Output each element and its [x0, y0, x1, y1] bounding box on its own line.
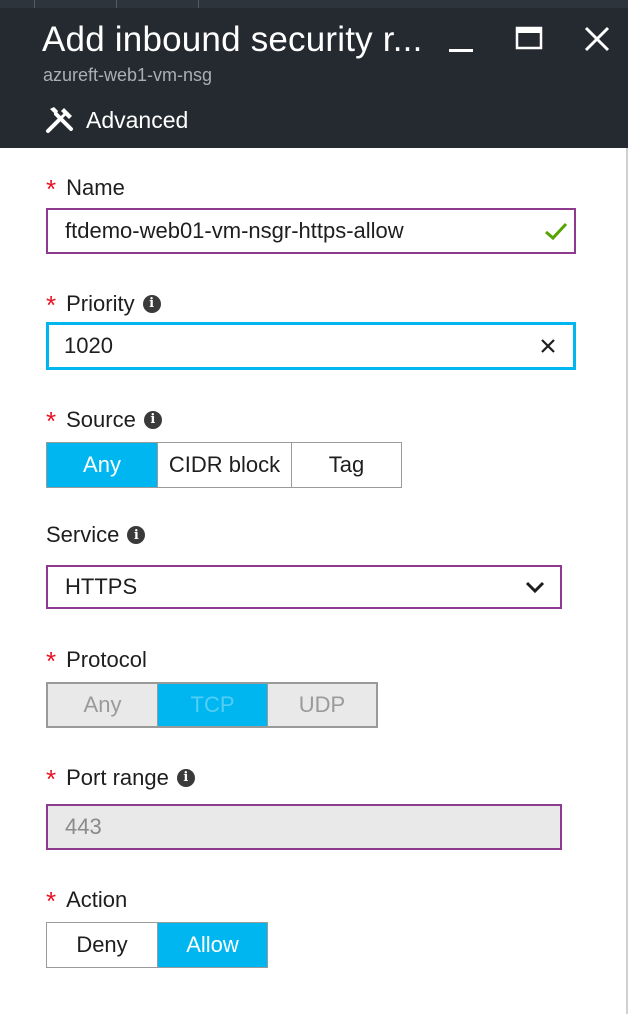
required-marker: *	[46, 174, 57, 204]
close-button[interactable]	[578, 22, 616, 58]
priority-label: * Priority i	[46, 288, 161, 320]
action-option-allow[interactable]: Allow	[158, 923, 267, 967]
info-icon[interactable]: i	[176, 768, 195, 787]
action-label-text: Action	[66, 886, 128, 912]
name-label: * Name	[46, 172, 125, 204]
source-label: * Source i	[46, 404, 162, 436]
required-marker: *	[46, 290, 57, 320]
source-selector: Any CIDR block Tag	[46, 442, 402, 488]
maximize-button[interactable]	[510, 22, 548, 58]
port-range-label-text: Port range	[66, 764, 169, 790]
port-range-input-value: 443	[65, 814, 102, 839]
advanced-button[interactable]: Advanced	[44, 103, 188, 137]
required-marker: *	[46, 406, 57, 436]
strip-divider	[34, 0, 35, 8]
source-option-cidr-block[interactable]: CIDR block	[158, 443, 292, 487]
name-label-text: Name	[66, 174, 125, 200]
protocol-option-udp: UDP	[268, 684, 376, 726]
required-marker: *	[46, 886, 57, 916]
source-option-tag[interactable]: Tag	[292, 443, 401, 487]
top-strip	[0, 0, 628, 8]
blade-title: Add inbound security r...	[42, 20, 423, 59]
name-input[interactable]: ftdemo-web01-vm-nsgr-https-allow	[46, 208, 576, 254]
priority-input-value: 1020	[64, 333, 113, 358]
protocol-option-tcp: TCP	[158, 684, 268, 726]
wrench-screwdriver-icon	[46, 107, 73, 133]
blade-subtitle: azureft-web1-vm-nsg	[43, 65, 213, 85]
service-dropdown[interactable]: HTTPS	[46, 565, 562, 609]
minimize-icon	[449, 49, 473, 52]
protocol-label: * Protocol	[46, 644, 147, 676]
maximize-icon	[515, 26, 543, 50]
name-input-value: ftdemo-web01-vm-nsgr-https-allow	[65, 218, 404, 243]
advanced-label: Advanced	[86, 106, 189, 133]
service-dropdown-value: HTTPS	[65, 574, 138, 599]
info-icon[interactable]: i	[142, 294, 161, 313]
protocol-selector: Any TCP UDP	[46, 682, 378, 728]
required-marker: *	[46, 646, 57, 676]
service-label: Service i	[46, 522, 146, 548]
source-option-any[interactable]: Any	[47, 443, 158, 487]
action-label: * Action	[46, 884, 128, 916]
chevron-down-icon	[510, 580, 560, 594]
info-icon[interactable]: i	[127, 526, 146, 544]
port-range-label: * Port range i	[46, 762, 195, 794]
priority-label-text: Priority	[66, 290, 135, 316]
source-label-text: Source	[66, 406, 136, 432]
close-icon	[584, 26, 610, 52]
strip-divider	[116, 0, 117, 8]
info-icon[interactable]: i	[143, 410, 162, 429]
priority-input[interactable]: 1020	[46, 322, 576, 370]
action-option-deny[interactable]: Deny	[47, 923, 158, 967]
minimize-button[interactable]	[442, 22, 480, 58]
port-range-input: 443	[46, 804, 562, 850]
strip-divider	[198, 0, 199, 8]
checkmark-icon	[538, 221, 574, 241]
action-selector: Deny Allow	[46, 922, 268, 968]
protocol-option-any: Any	[48, 684, 158, 726]
protocol-label-text: Protocol	[66, 646, 147, 672]
clear-x-icon[interactable]	[523, 338, 573, 354]
blade-header: Add inbound security r... azureft-web1-v…	[0, 0, 628, 148]
service-label-text: Service	[46, 522, 120, 547]
required-marker: *	[46, 764, 57, 794]
